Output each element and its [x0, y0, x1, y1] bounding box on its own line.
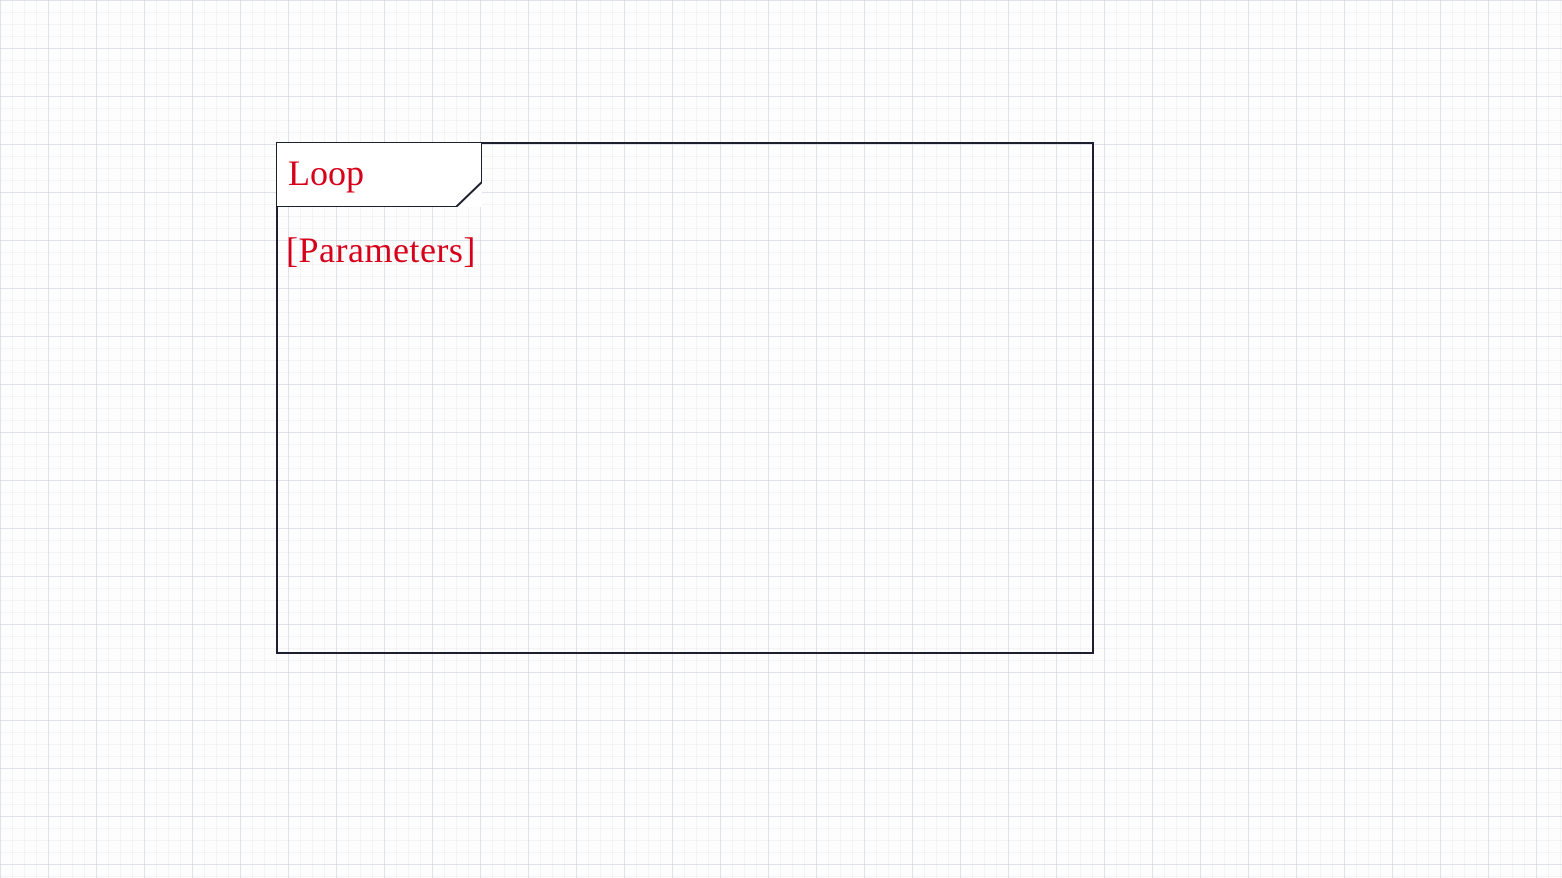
uml-loop-fragment[interactable]: Loop [Parameters] — [276, 142, 1094, 654]
uml-guard-condition[interactable]: [Parameters] — [286, 229, 476, 271]
uml-fragment-operator-tab: Loop — [276, 142, 482, 207]
uml-operator-label[interactable]: Loop — [288, 152, 364, 194]
